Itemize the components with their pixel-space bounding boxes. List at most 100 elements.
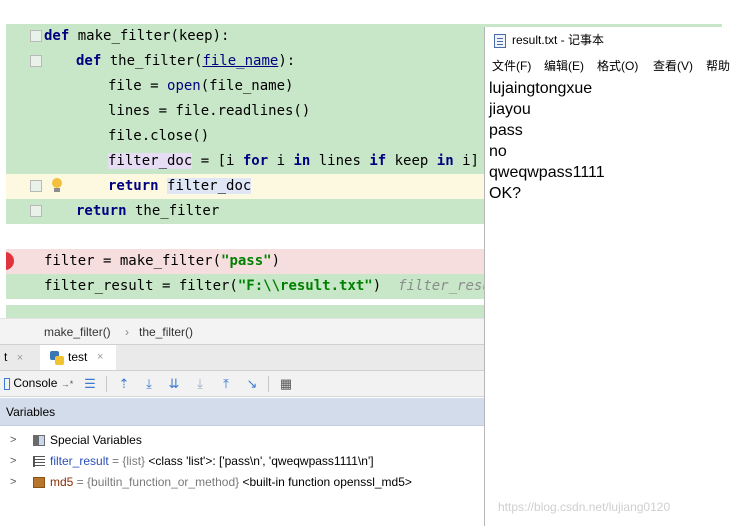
run-to-cursor-icon[interactable]: ↘ <box>244 371 260 396</box>
console-label: Console <box>13 376 58 390</box>
code-token: return <box>76 203 127 219</box>
code-text: file.close() <box>108 124 209 149</box>
close-icon[interactable]: × <box>97 345 103 370</box>
breadcrumb: make_filter() › the_filter() <box>0 318 484 344</box>
variable-name: md5 <box>50 475 74 489</box>
tab-partial[interactable]: t × <box>4 345 23 370</box>
tab-test[interactable]: test × <box>40 345 116 370</box>
code-token: open <box>167 78 201 94</box>
code-text: file = open(file_name) <box>108 74 293 99</box>
variable-value: <built-in function openssl_md5> <box>242 475 412 489</box>
code-token: filter_resu <box>398 278 491 294</box>
variable-row-filter-result[interactable]: > filter_result = {list} <class 'list'>:… <box>0 451 484 472</box>
menu-edit[interactable]: 编辑(E) <box>544 54 584 78</box>
fold-marker[interactable] <box>30 55 42 67</box>
chevron-right-icon[interactable]: > <box>10 472 16 493</box>
code-token: filter_result = filter( <box>44 278 238 294</box>
notepad-line: OK? <box>489 185 522 202</box>
menu-format[interactable]: 格式(O) <box>597 54 638 78</box>
notepad-line: pass <box>489 122 523 139</box>
console-tab[interactable]: Console →* <box>0 371 73 396</box>
code-token: (file_name) <box>200 78 294 94</box>
notepad-line: jiayou <box>489 101 531 118</box>
variables-panel-header: Variables <box>0 398 484 426</box>
code-text: return filter_doc <box>108 174 252 199</box>
code-text: filter = make_filter("pass") <box>44 249 280 274</box>
variable-filter-result: filter_result = {list} <class 'list'>: [… <box>50 451 374 472</box>
code-text: filter_doc = [i for i in lines if keep i… <box>108 149 479 174</box>
tab-test-label: test <box>68 350 88 364</box>
debug-toolbar: Console →* ☰ ⇡ ⤓ ⇊ ⤓ ⤒ ↘ ▦ <box>0 371 484 397</box>
editor-top-margin <box>0 0 722 12</box>
watermark-text: https://blog.csdn.net/lujiang0120 <box>498 500 671 514</box>
variable-name: Special Variables <box>50 433 142 447</box>
step-over-icon[interactable]: ⤓ <box>141 371 157 396</box>
code-token: file = <box>108 78 168 94</box>
menu-help[interactable]: 帮助 <box>706 54 730 78</box>
code-token: make_filter(keep): <box>69 28 230 44</box>
step-out-icon[interactable]: ⤒ <box>218 371 234 396</box>
code-token: the_filter( <box>101 53 203 69</box>
code-token: file_name <box>202 53 279 69</box>
notepad-window[interactable]: result.txt - 记事本 文件(F) 编辑(E) 格式(O) 查看(V)… <box>484 27 739 526</box>
lightbulb-icon[interactable] <box>51 178 63 194</box>
step-into-my-code-icon[interactable]: ⤓ <box>192 371 208 396</box>
list-icon <box>33 456 45 467</box>
code-token: in <box>436 153 454 169</box>
chevron-right-icon[interactable]: > <box>10 451 16 472</box>
code-token: lines = file.readlines() <box>108 103 311 119</box>
notepad-title: result.txt - 记事本 <box>512 33 605 47</box>
code-token: file.close() <box>108 128 210 144</box>
notepad-line: no <box>489 143 507 160</box>
notepad-line: qweqwpass1111 <box>489 164 605 181</box>
debug-tab-bar: t × test × <box>0 344 484 371</box>
tab-label: t <box>4 350 8 364</box>
fold-marker[interactable] <box>30 180 42 192</box>
variable-row-md5[interactable]: > md5 = {builtin_function_or_method} <bu… <box>0 472 484 493</box>
code-token: if <box>369 153 387 169</box>
variable-row-special[interactable]: > Special Variables <box>0 430 484 451</box>
editor-bottom-margin <box>0 305 484 318</box>
variables-panel: > Special Variables > filter_result = {l… <box>0 426 484 526</box>
code-token: keep <box>386 153 437 169</box>
code-token: filter_doc <box>108 153 193 169</box>
console-icon <box>4 377 10 390</box>
breadcrumb-item-make-filter[interactable]: make_filter() <box>44 319 111 345</box>
step-into-icon[interactable]: ⇊ <box>166 371 182 396</box>
code-token: = [i <box>192 153 243 169</box>
breadcrumb-item-the-filter[interactable]: the_filter() <box>139 319 193 345</box>
notepad-menubar: 文件(F) 编辑(E) 格式(O) 查看(V) 帮助 <box>485 54 739 78</box>
show-execution-point-icon[interactable]: ⇡ <box>116 371 132 396</box>
code-token: def <box>76 53 102 69</box>
menu-file[interactable]: 文件(F) <box>492 54 531 78</box>
code-token: the_filter <box>126 203 220 219</box>
variable-type: = {list} <box>108 454 149 468</box>
code-token: ) <box>372 278 399 294</box>
fold-marker[interactable] <box>30 205 42 217</box>
evaluate-expression-icon[interactable]: ▦ <box>278 371 294 396</box>
breadcrumb-separator-icon: › <box>125 325 129 339</box>
code-token: filter = make_filter( <box>44 253 222 269</box>
code-token: ) <box>271 253 281 269</box>
python-icon <box>50 351 64 365</box>
notepad-icon <box>494 34 506 48</box>
menu-view[interactable]: 查看(V) <box>653 54 693 78</box>
notepad-text-area[interactable]: lujaingtongxue jiayou pass no qweqwpass1… <box>489 78 737 204</box>
close-icon[interactable]: × <box>17 352 23 364</box>
code-text: lines = file.readlines() <box>108 99 310 124</box>
chevron-right-icon[interactable]: > <box>10 430 16 451</box>
fold-marker[interactable] <box>30 30 42 42</box>
code-text: filter_result = filter("F:\\result.txt")… <box>44 274 491 299</box>
code-token: in <box>293 153 311 169</box>
code-token: i] <box>453 153 479 169</box>
code-token: i <box>268 153 294 169</box>
notepad-titlebar[interactable]: result.txt - 记事本 <box>485 27 739 54</box>
code-token: "pass" <box>221 253 272 269</box>
code-token: filter_doc <box>167 178 252 194</box>
menu-icon[interactable]: ☰ <box>82 371 98 396</box>
special-variables-icon <box>33 435 45 446</box>
editor-gutter <box>0 0 6 318</box>
code-token: for <box>242 153 269 169</box>
code-token: lines <box>310 153 370 169</box>
